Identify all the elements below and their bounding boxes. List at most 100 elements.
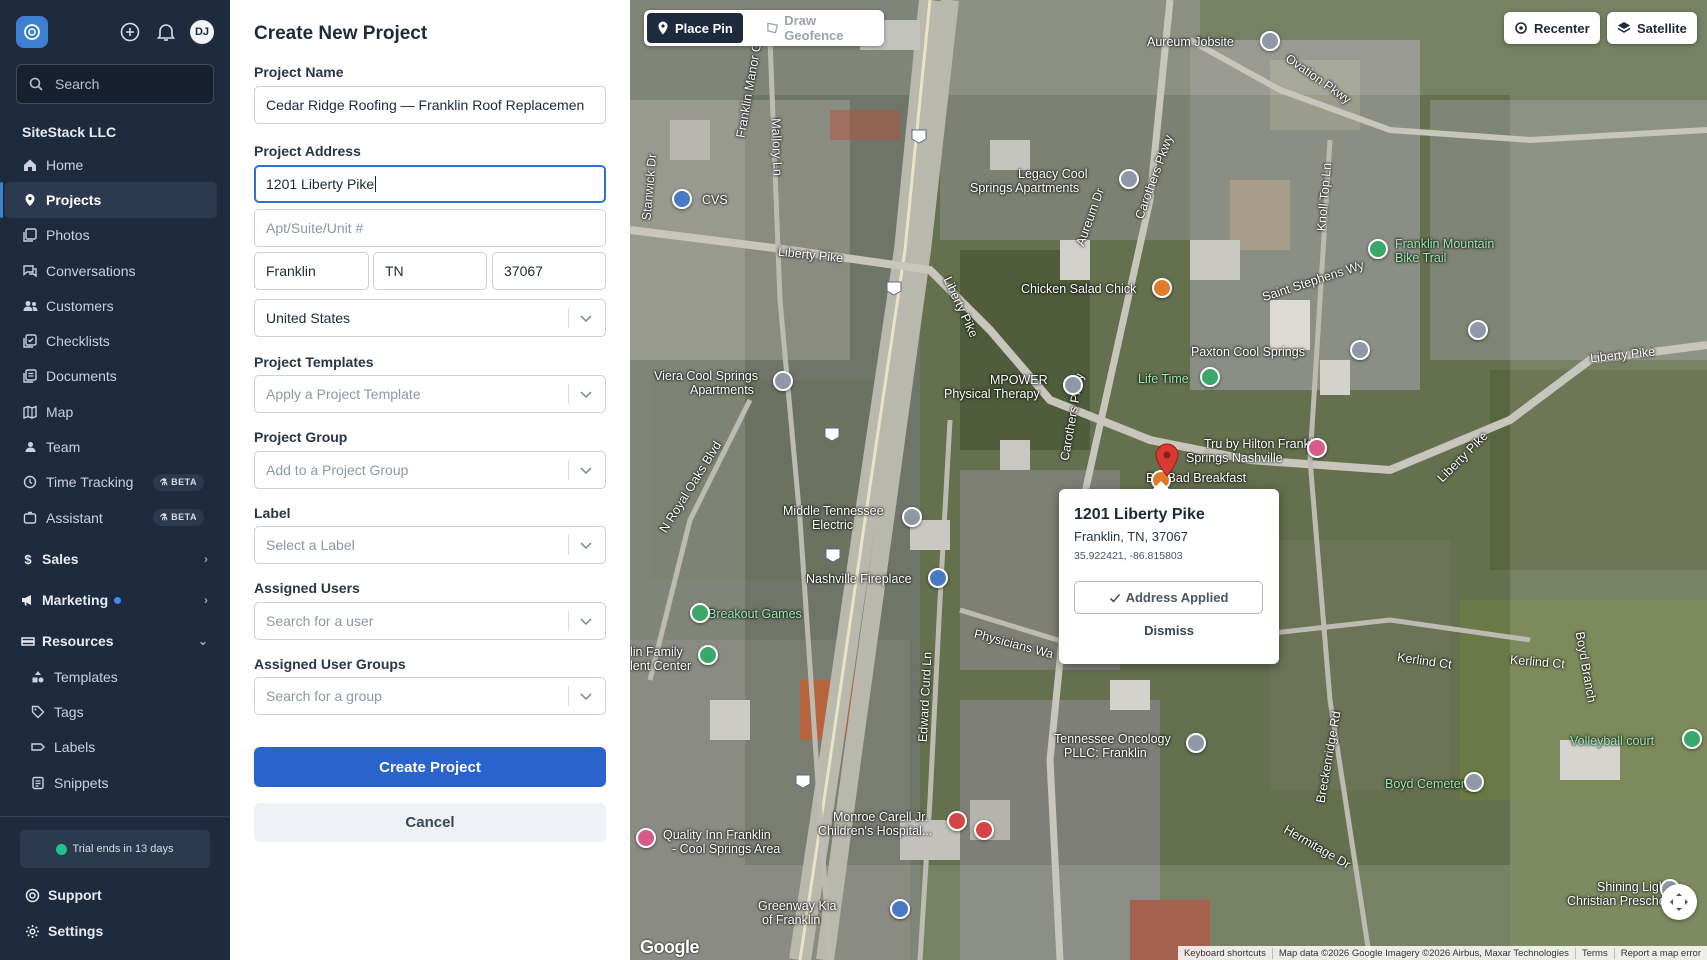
poi-marker[interactable]: [1260, 31, 1280, 51]
satellite-toggle-button[interactable]: Satellite: [1607, 12, 1697, 44]
sidebar-section-label: Resources: [42, 633, 114, 649]
country-select[interactable]: United States: [254, 299, 606, 337]
address-applied-button[interactable]: Address Applied: [1074, 581, 1263, 614]
sidebar-section-label: Sales: [42, 551, 79, 567]
add-icon[interactable]: [118, 20, 142, 44]
sidebar-item-time-tracking[interactable]: Time Tracking ⚗ BETA: [0, 465, 230, 500]
terms-link[interactable]: Terms: [1574, 947, 1614, 959]
assigned-users-select[interactable]: Search for a user: [254, 602, 606, 640]
sidebar-item-map[interactable]: Map: [0, 394, 230, 429]
assigned-user-groups-select[interactable]: Search for a group: [254, 677, 606, 715]
poi-marker[interactable]: [1186, 733, 1206, 753]
sidebar-section-marketing[interactable]: Marketing ›: [0, 581, 230, 619]
sidebar-item-photos[interactable]: Photos: [0, 218, 230, 253]
map-pan-control[interactable]: [1661, 884, 1697, 920]
sidebar-item-snippets[interactable]: Snippets: [0, 765, 230, 800]
select-separator: [568, 686, 569, 706]
group-placeholder: Add to a Project Group: [266, 462, 409, 478]
sidebar-item-labels[interactable]: Labels: [0, 730, 230, 765]
select-separator: [568, 535, 569, 555]
project-name-input[interactable]: Cedar Ridge Roofing — Franklin Roof Repl…: [254, 86, 606, 124]
poi-marker[interactable]: [974, 820, 994, 840]
sidebar-item-projects[interactable]: Projects: [0, 182, 217, 218]
sidebar-section-resources[interactable]: Resources ⌄: [0, 622, 230, 660]
poi-marker[interactable]: [1063, 375, 1083, 395]
sidebar-item-settings[interactable]: Settings: [0, 914, 230, 948]
popup-title: 1201 Liberty Pike: [1074, 506, 1205, 523]
location-pin-icon[interactable]: [1155, 443, 1179, 477]
map-label-christian-preschool: Christian Preschool: [1567, 894, 1676, 908]
sidebar-item-documents[interactable]: Documents: [0, 359, 230, 394]
chevron-down-icon: [580, 693, 592, 701]
trial-text: Trial ends in 13 days: [72, 843, 174, 855]
user-avatar[interactable]: DJ: [190, 20, 214, 44]
sidebar-search-input[interactable]: Search: [16, 64, 214, 104]
customers-icon: [22, 298, 38, 314]
poi-marker[interactable]: [672, 189, 692, 209]
sidebar-item-assistant[interactable]: Assistant ⚗ BETA: [0, 500, 230, 535]
sidebar-item-label: Customers: [46, 297, 114, 314]
map-label-of-franklin: of Franklin: [762, 913, 821, 927]
sidebar-item-support[interactable]: Support: [0, 878, 230, 912]
trial-banner[interactable]: Trial ends in 13 days: [20, 830, 210, 868]
sidebar-section-sales[interactable]: $ Sales ›: [0, 540, 230, 578]
create-project-button[interactable]: Create Project: [254, 747, 606, 787]
satellite-map[interactable]: Aureum Jobsite Ovation Pkwy Legacy Cool …: [630, 0, 1707, 960]
sidebar-item-customers[interactable]: Customers: [0, 288, 230, 323]
pan-arrows-icon: [1670, 893, 1688, 911]
poi-marker[interactable]: [1307, 438, 1327, 458]
poi-marker[interactable]: [698, 645, 718, 665]
sidebar-item-tags[interactable]: Tags: [0, 694, 230, 729]
sidebar-item-checklists[interactable]: Checklists: [0, 323, 230, 358]
city-input[interactable]: Franklin: [254, 252, 369, 290]
map-label-pllc-franklin: PLLC: Franklin: [1064, 746, 1147, 760]
label-select[interactable]: Select a Label: [254, 526, 606, 564]
poi-marker[interactable]: [690, 603, 710, 623]
map-label-paxton-cool-springs: Paxton Cool Springs: [1191, 345, 1305, 359]
poi-marker[interactable]: [1350, 340, 1370, 360]
address-line1-input[interactable]: 1201 Liberty Pike: [254, 165, 606, 203]
poi-marker[interactable]: [1200, 367, 1220, 387]
notifications-bell-icon[interactable]: [154, 20, 178, 44]
project-template-select[interactable]: Apply a Project Template: [254, 375, 606, 413]
google-logo: Google: [640, 937, 700, 957]
sidebar-item-home[interactable]: Home: [0, 147, 230, 182]
draw-geofence-button[interactable]: Draw Geofence: [756, 13, 884, 43]
sidebar-item-team[interactable]: Team: [0, 429, 230, 464]
poi-marker[interactable]: [1152, 278, 1172, 298]
poi-marker[interactable]: [1119, 169, 1139, 189]
address-line2-input[interactable]: Apt/Suite/Unit #: [254, 209, 606, 247]
sidebar-item-conversations[interactable]: Conversations: [0, 253, 230, 288]
app-logo[interactable]: [16, 16, 48, 48]
recenter-button[interactable]: Recenter: [1504, 12, 1600, 44]
poi-marker[interactable]: [1682, 729, 1702, 749]
assigned-users-label: Assigned Users: [254, 580, 360, 596]
satellite-label: Satellite: [1637, 20, 1687, 36]
poi-marker[interactable]: [928, 568, 948, 588]
notification-dot: [114, 596, 122, 604]
poi-marker[interactable]: [636, 828, 656, 848]
project-group-select[interactable]: Add to a Project Group: [254, 451, 606, 489]
user-groups-placeholder: Search for a group: [266, 688, 382, 704]
poi-marker[interactable]: [902, 507, 922, 527]
place-pin-button[interactable]: Place Pin: [647, 13, 743, 43]
cancel-button[interactable]: Cancel: [254, 803, 606, 842]
zip-value: 37067: [504, 263, 543, 279]
dismiss-button[interactable]: Dismiss: [1059, 623, 1279, 638]
sidebar-item-templates[interactable]: Templates: [0, 659, 230, 694]
poi-marker[interactable]: [890, 899, 910, 919]
project-name-value: Cedar Ridge Roofing — Franklin Roof Repl…: [266, 97, 585, 113]
poi-marker[interactable]: [1368, 239, 1388, 259]
poi-marker[interactable]: [773, 371, 793, 391]
keyboard-shortcuts-link[interactable]: Keyboard shortcuts: [1178, 948, 1272, 959]
map-label-childrens-hospital: Children's Hospital...: [818, 824, 933, 838]
report-map-error-link[interactable]: Report a map error: [1613, 947, 1707, 959]
state-input[interactable]: TN: [373, 252, 487, 290]
trial-status-icon: [56, 843, 68, 855]
poi-marker[interactable]: [1464, 772, 1484, 792]
map-label-tennessee-oncology: Tennessee Oncology: [1054, 732, 1171, 746]
poi-marker[interactable]: [1468, 320, 1488, 340]
zip-input[interactable]: 37067: [492, 252, 606, 290]
beta-badge: ⚗ BETA: [152, 473, 204, 491]
poi-marker[interactable]: [947, 811, 967, 831]
